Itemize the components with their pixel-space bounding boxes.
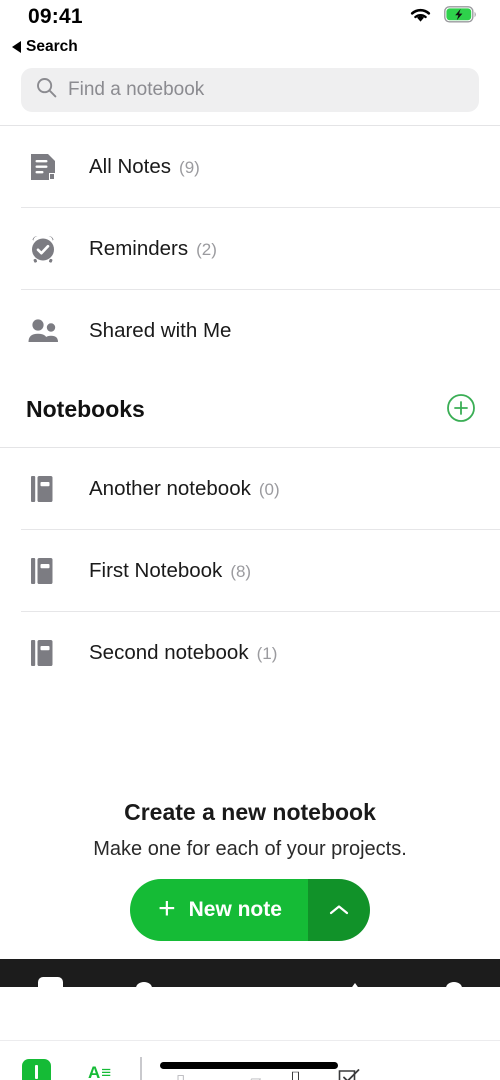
- notebook-row[interactable]: Another notebook (0): [0, 448, 500, 529]
- new-note-label: New note: [188, 898, 282, 921]
- bottom-editor-toolbar: A≡ ▯ ▱ ⌷: [0, 1040, 500, 1080]
- new-note-button[interactable]: + New note: [130, 879, 308, 941]
- dark-bar-icon-circle-right[interactable]: [446, 982, 462, 994]
- flex-spacer: [0, 693, 500, 799]
- list-item-label: Reminders: [89, 236, 189, 260]
- camera-icon[interactable]: ▱: [248, 1071, 261, 1080]
- app-screen: 09:41 Search Find a notebook All Notes (…: [0, 0, 500, 1080]
- wifi-icon: [408, 6, 433, 29]
- list-item-text: All Notes (9): [89, 155, 200, 179]
- notebook-row[interactable]: First Notebook (8): [0, 530, 500, 611]
- battery-charging-icon: [444, 6, 478, 28]
- back-triangle-icon: [12, 41, 21, 53]
- notebooks-section-header: Notebooks: [0, 371, 500, 447]
- list-item-count: (2): [196, 239, 217, 259]
- microphone-icon[interactable]: ⌷: [290, 1069, 301, 1080]
- list-item-label: All Notes: [89, 154, 172, 178]
- plus-circle-icon: [446, 393, 476, 426]
- white-gap: [0, 987, 500, 1040]
- new-note-options-button[interactable]: [307, 879, 370, 941]
- notebook-text: Another notebook (0): [89, 477, 280, 501]
- bottom-dark-bar: [0, 959, 500, 994]
- notebook-row[interactable]: Second notebook (1): [0, 612, 500, 693]
- toolbar-divider: [140, 1057, 142, 1080]
- create-notebook-promo: Create a new notebook Make one for each …: [0, 799, 500, 959]
- status-bar: 09:41: [0, 0, 500, 34]
- promo-title: Create a new notebook: [124, 799, 376, 825]
- notebooks-title: Notebooks: [26, 395, 145, 422]
- chevron-up-icon: [329, 905, 349, 915]
- navigation-bar: Search: [0, 34, 500, 60]
- checklist-icon[interactable]: [338, 1069, 362, 1080]
- list-item-all-notes[interactable]: All Notes (9): [0, 126, 500, 207]
- dark-bar-tab-highlight[interactable]: [38, 977, 63, 993]
- text-format-icon[interactable]: A≡: [88, 1063, 112, 1080]
- notebook-text: Second notebook (1): [89, 641, 277, 665]
- plus-icon: +: [158, 891, 176, 925]
- notebook-count: (0): [258, 479, 280, 499]
- notebook-text: First Notebook (8): [89, 559, 251, 583]
- notebook-icon: [26, 474, 60, 504]
- notebooks-list: Another notebook (0) First Notebook (8): [0, 447, 500, 693]
- list-item-text: Reminders (2): [89, 237, 217, 261]
- status-time: 09:41: [28, 5, 83, 28]
- search-box[interactable]: Find a notebook: [21, 68, 479, 112]
- search-icon: [36, 77, 57, 103]
- list-item-reminders[interactable]: Reminders (2): [0, 208, 500, 289]
- list-item-count: (9): [179, 157, 200, 177]
- dark-bar-icon-circle-left[interactable]: [136, 982, 152, 994]
- alarm-clock-check-icon: [26, 234, 60, 264]
- notebook-icon: [26, 638, 60, 668]
- evernote-logo-icon[interactable]: [22, 1059, 51, 1080]
- notebook-icon: [26, 556, 60, 586]
- search-input[interactable]: Find a notebook: [68, 79, 204, 101]
- back-to-search-button[interactable]: Search: [12, 38, 78, 56]
- home-indicator[interactable]: [160, 1062, 338, 1069]
- list-item-shared-with-me[interactable]: Shared with Me: [0, 290, 500, 371]
- notebook-label: First Notebook: [89, 558, 223, 582]
- status-indicators: [408, 6, 478, 29]
- notebook-label: Second notebook: [89, 640, 249, 664]
- list-item-label: Shared with Me: [89, 318, 232, 342]
- notes-document-icon: [26, 152, 60, 182]
- add-notebook-button[interactable]: [446, 393, 476, 426]
- search-container: Find a notebook: [0, 60, 500, 125]
- back-label: Search: [26, 38, 78, 55]
- quick-links-list: All Notes (9) Reminders (2) Shared with …: [0, 125, 500, 371]
- new-note-button-group: + New note: [130, 879, 370, 941]
- notebook-label: Another notebook: [89, 476, 251, 500]
- dark-bar-icon-triangle[interactable]: [347, 983, 363, 994]
- people-icon: [26, 318, 60, 344]
- list-item-text: Shared with Me: [89, 319, 239, 343]
- notebook-count: (1): [256, 643, 278, 663]
- paperclip-icon[interactable]: ▯: [176, 1071, 185, 1080]
- notebook-count: (8): [230, 561, 252, 581]
- promo-subtitle: Make one for each of your projects.: [93, 838, 407, 860]
